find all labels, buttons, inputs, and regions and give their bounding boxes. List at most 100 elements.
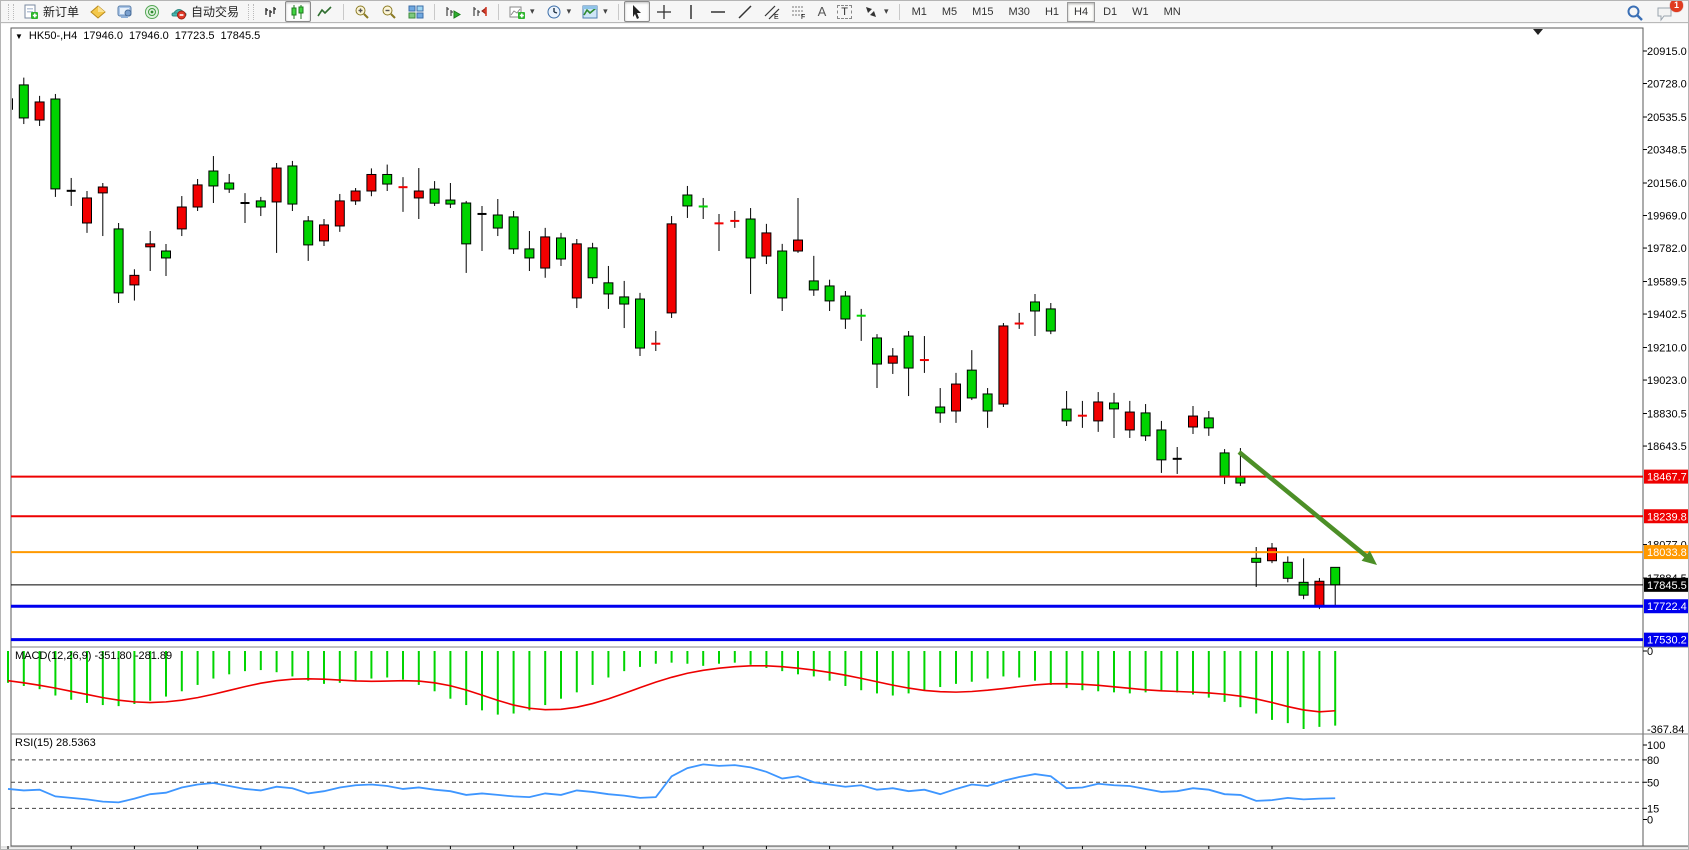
cursor-tool-button[interactable] (624, 1, 650, 22)
text-tool-button[interactable]: A (813, 1, 832, 22)
tab-timeframe-d1[interactable]: D1 (1096, 2, 1124, 22)
notification-count-badge: 1 (1670, 0, 1683, 12)
tab-timeframe-m1[interactable]: M1 (905, 2, 934, 22)
svg-text:18643.5: 18643.5 (1647, 441, 1687, 453)
text-label-tool-button[interactable]: T (832, 1, 857, 22)
price-tag-18239.8: 18239.8 (1644, 509, 1689, 523)
signal-radar-icon (144, 4, 160, 20)
indicators-icon (509, 4, 525, 20)
chart-window[interactable]: 20915.020728.020535.520348.520156.019969… (1, 24, 1689, 850)
auto-scroll-button[interactable] (440, 1, 466, 22)
auto-trading-icon (171, 4, 187, 20)
ohlc-low: 17723.5 (175, 30, 215, 42)
zoom-out-icon (381, 4, 397, 20)
svg-text:F: F (801, 14, 805, 20)
indicators-button[interactable]: ▾ (504, 1, 540, 22)
periods-dropdown-caret: ▾ (567, 6, 572, 17)
terminal-button[interactable] (112, 1, 138, 22)
new-order-icon (23, 4, 39, 20)
tab-timeframe-m5[interactable]: M5 (935, 2, 964, 22)
svg-text:19402.5: 19402.5 (1647, 309, 1687, 321)
tab-timeframe-m30[interactable]: M30 (1002, 2, 1037, 22)
price-tag-17722.4: 17722.4 (1644, 599, 1689, 613)
line-chart-button[interactable] (312, 1, 338, 22)
svg-text:20915.0: 20915.0 (1647, 46, 1687, 58)
tab-timeframe-w1[interactable]: W1 (1125, 2, 1156, 22)
toolbar-grip[interactable] (248, 4, 254, 20)
signal-button[interactable] (139, 1, 165, 22)
search-icon[interactable] (1626, 4, 1642, 20)
chart-shift-icon (472, 4, 488, 20)
text-label-tool-icon: T (837, 5, 852, 19)
bar-chart-button[interactable] (258, 1, 284, 22)
periods-button[interactable]: ▾ (541, 1, 577, 22)
crosshair-tool-button[interactable] (651, 1, 677, 22)
svg-text:20156.0: 20156.0 (1647, 178, 1687, 190)
svg-text:20348.5: 20348.5 (1647, 145, 1687, 157)
ohlc-open: 17946.0 (83, 30, 123, 42)
svg-text:19589.5: 19589.5 (1647, 277, 1687, 289)
chart-shift-button[interactable] (467, 1, 493, 22)
svg-text:E: E (774, 14, 779, 20)
channel-tool-button[interactable]: E (759, 1, 785, 22)
svg-text:0: 0 (1647, 815, 1653, 827)
trendline-tool-button[interactable] (732, 1, 758, 22)
macd-label: MACD(12,26,9) -351.80 -281.89 (15, 650, 172, 662)
vertical-line-tool-button[interactable] (678, 1, 704, 22)
chart-canvas[interactable]: 20915.020728.020535.520348.520156.019969… (1, 24, 1689, 850)
tab-timeframe-h1[interactable]: H1 (1038, 2, 1066, 22)
svg-text:19782.0: 19782.0 (1647, 243, 1687, 255)
svg-text:-367.84: -367.84 (1647, 724, 1684, 736)
svg-text:50: 50 (1647, 777, 1659, 789)
candlestick-chart-icon (290, 4, 306, 20)
tab-timeframe-h4[interactable]: H4 (1067, 2, 1095, 22)
svg-text:100: 100 (1647, 740, 1665, 752)
arrows-dropdown-caret: ▾ (884, 6, 889, 17)
bar-chart-icon (263, 4, 279, 20)
auto-trading-button[interactable]: 自动交易 (166, 1, 244, 22)
terminal-monitor-icon (117, 4, 133, 20)
svg-text:19210.0: 19210.0 (1647, 343, 1687, 355)
tab-timeframe-m15[interactable]: M15 (965, 2, 1000, 22)
horizontal-line-icon (710, 4, 726, 20)
new-order-button[interactable]: 新订单 (18, 1, 84, 22)
svg-text:80: 80 (1647, 755, 1659, 767)
price-tag-18467.7: 18467.7 (1644, 470, 1689, 484)
trendline-icon (737, 4, 753, 20)
market-watch-button[interactable] (85, 1, 111, 22)
fibonacci-tool-button[interactable]: F (786, 1, 812, 22)
svg-text:18830.5: 18830.5 (1647, 409, 1687, 421)
auto-scroll-icon (445, 4, 461, 20)
svg-text:17530.2: 17530.2 (1647, 635, 1687, 647)
svg-text:17722.4: 17722.4 (1647, 601, 1687, 613)
price-tag-18033.8: 18033.8 (1644, 545, 1689, 559)
price-tag-17845.5: 17845.5 (1644, 578, 1689, 592)
chart-collapse-icon[interactable]: ▼ (15, 32, 23, 41)
zoom-in-icon (354, 4, 370, 20)
zoom-in-button[interactable] (349, 1, 375, 22)
fibonacci-icon: F (791, 4, 807, 20)
svg-text:0: 0 (1647, 646, 1653, 658)
rsi-label: RSI(15) 28.5363 (15, 737, 96, 749)
periods-clock-icon (546, 4, 562, 20)
templates-dropdown-caret: ▾ (603, 6, 608, 17)
candlestick-chart-button[interactable] (285, 1, 311, 22)
symbol-name: HK50-,H4 (29, 30, 77, 42)
zoom-out-button[interactable] (376, 1, 402, 22)
svg-text:17845.5: 17845.5 (1647, 580, 1687, 592)
svg-text:19023.0: 19023.0 (1647, 375, 1687, 387)
horizontal-line-tool-button[interactable] (705, 1, 731, 22)
arrows-icon (863, 4, 879, 20)
toolbar-grip[interactable] (8, 4, 14, 20)
tab-timeframe-mn[interactable]: MN (1157, 2, 1188, 22)
arrows-tool-button[interactable]: ▾ (858, 1, 894, 22)
notifications-chat-icon[interactable]: 1 (1656, 4, 1676, 20)
cursor-icon (629, 4, 645, 20)
svg-text:18239.8: 18239.8 (1647, 511, 1687, 523)
text-tool-icon: A (818, 4, 827, 19)
templates-button[interactable]: ▾ (577, 1, 613, 22)
svg-text:18467.7: 18467.7 (1647, 472, 1687, 484)
svg-text:20728.0: 20728.0 (1647, 79, 1687, 91)
line-chart-icon (317, 4, 333, 20)
tile-windows-button[interactable] (403, 1, 429, 22)
